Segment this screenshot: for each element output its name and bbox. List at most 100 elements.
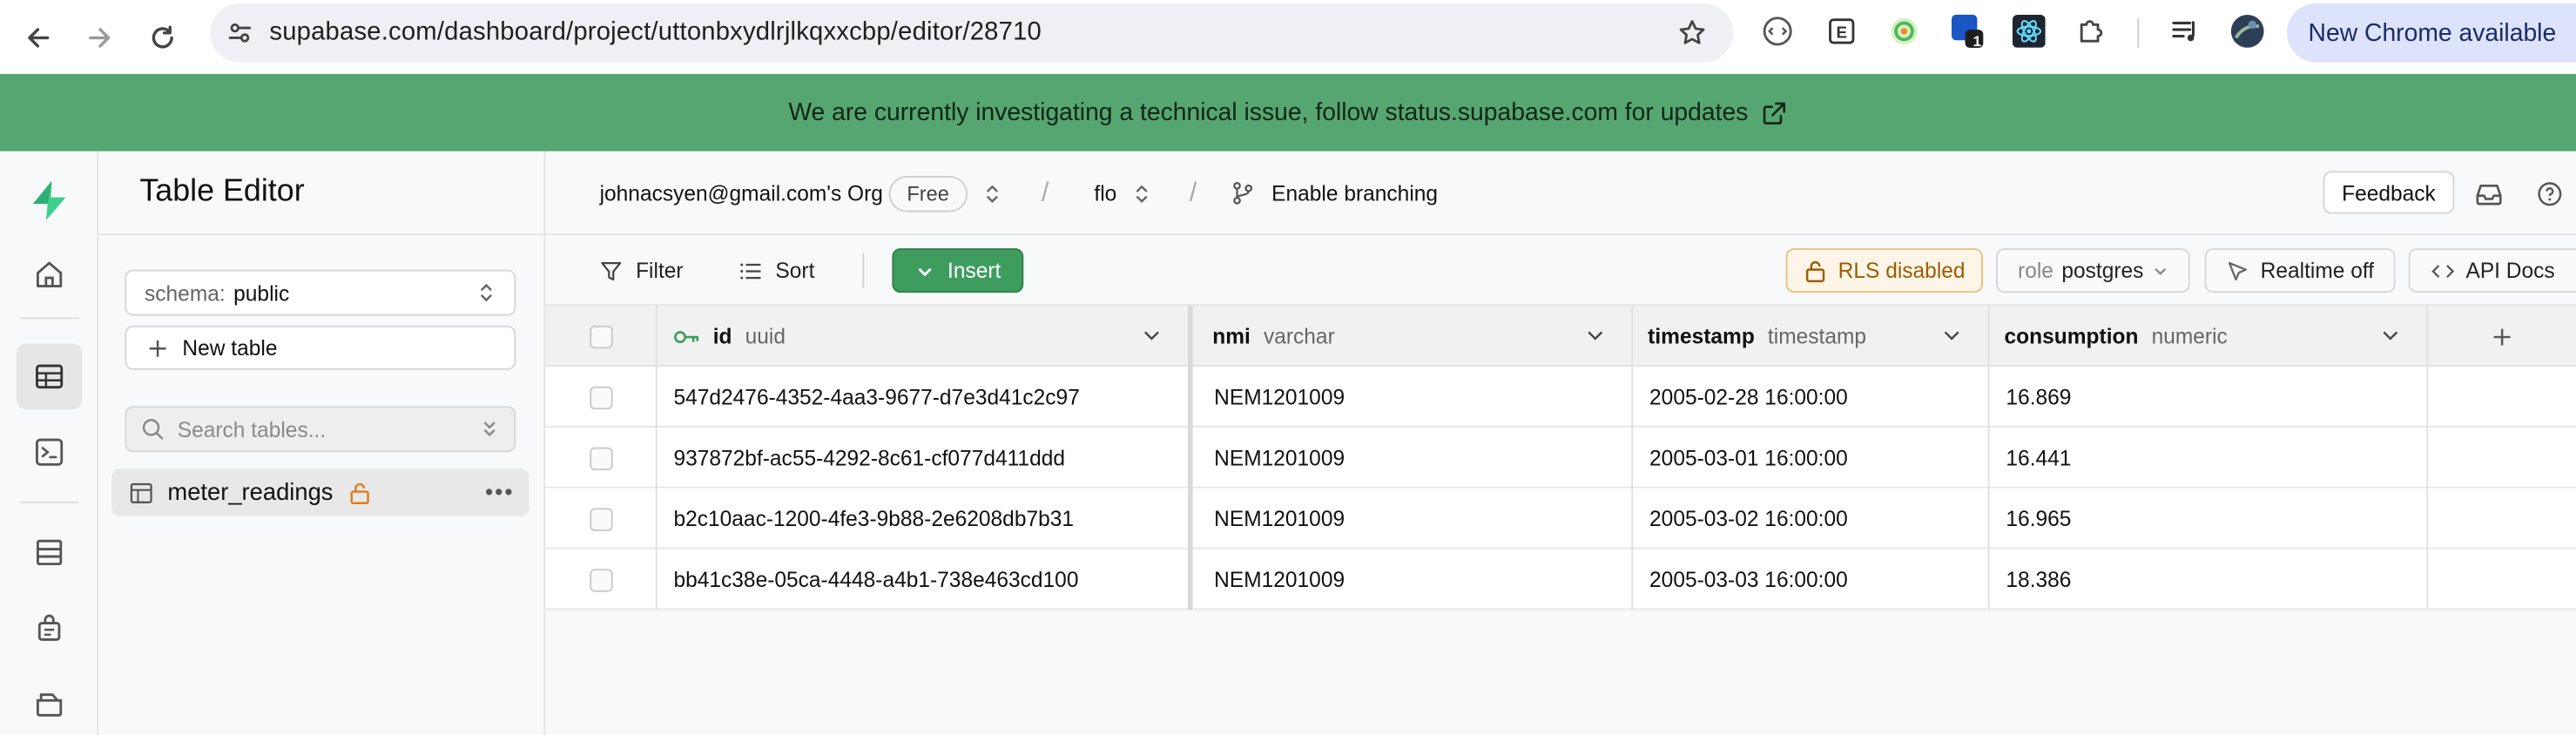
insert-button[interactable]: Insert	[892, 248, 1024, 293]
cell-id[interactable]: 547d2476-4352-4aa3-9677-d7e3d41c2c97	[657, 367, 1193, 428]
row-checkbox[interactable]	[589, 507, 612, 530]
cell-consumption[interactable]: 16.965	[1990, 488, 2429, 550]
more-options-icon[interactable]: •••	[485, 478, 514, 504]
cell-nmi[interactable]: NEM1201009	[1197, 367, 1634, 428]
cell-id[interactable]: 937872bf-ac55-4292-8c61-cf077d411ddd	[657, 427, 1193, 489]
external-link-icon[interactable]	[1762, 99, 1788, 125]
row-checkbox[interactable]	[589, 385, 612, 409]
project-selector[interactable]: flo	[1094, 152, 1152, 235]
extensions-puzzle-icon[interactable]	[2074, 13, 2110, 50]
reload-button[interactable]	[131, 0, 194, 74]
new-table-label: New table	[182, 335, 278, 361]
status-banner[interactable]: We are currently investigating a technic…	[0, 73, 2576, 152]
column-header-nmi[interactable]: nmi varchar	[1197, 306, 1634, 368]
address-bar[interactable]: supabase.com/dashboard/project/uttonbxyd…	[210, 3, 1734, 63]
cell-consumption[interactable]: 16.869	[1990, 367, 2429, 428]
cell-nmi[interactable]: NEM1201009	[1197, 488, 1634, 550]
banner-text: We are currently investigating a technic…	[788, 98, 1749, 127]
column-header-timestamp[interactable]: timestamp timestamp	[1633, 306, 1990, 368]
cell-id[interactable]: bb41c38e-05ca-4448-a4b1-738e463cd100	[657, 549, 1193, 610]
column-header-id[interactable]: id uuid	[657, 306, 1193, 368]
media-queue-icon[interactable]	[2167, 13, 2203, 50]
realtime-label: Realtime off	[2260, 258, 2375, 283]
cell-timestamp[interactable]: 2005-03-01 16:00:00	[1633, 427, 1990, 489]
sort-icon	[740, 262, 761, 279]
cell-timestamp[interactable]: 2005-02-28 16:00:00	[1633, 367, 1990, 428]
org-switch-chevron-icon[interactable]	[981, 152, 1003, 235]
row-checkbox[interactable]	[589, 446, 612, 470]
project-name: flo	[1094, 180, 1117, 206]
sidebar-title: Table Editor	[98, 152, 544, 235]
row-checkbox-cell	[545, 367, 657, 428]
cell-timestamp[interactable]: 2005-03-02 16:00:00	[1633, 488, 1990, 550]
role-value: postgres	[2061, 258, 2144, 283]
chevron-down-icon[interactable]	[2381, 326, 2401, 346]
chevron-down-icon[interactable]	[1585, 326, 1605, 346]
cell-consumption[interactable]: 16.441	[1990, 427, 2429, 489]
forward-button[interactable]	[69, 0, 131, 74]
filter-label: Filter	[636, 258, 684, 283]
row-checkbox[interactable]	[589, 568, 612, 591]
extension-target-icon[interactable]	[1886, 13, 1923, 50]
update-chrome-button[interactable]: New Chrome available	[2287, 3, 2576, 63]
table-row[interactable]: 937872bf-ac55-4292-8c61-cf077d411ddd NEM…	[545, 427, 2576, 489]
authentication-icon[interactable]	[17, 595, 82, 661]
search-icon	[142, 419, 164, 440]
cell-timestamp[interactable]: 2005-03-03 16:00:00	[1633, 549, 1990, 610]
filter-button[interactable]: Filter	[600, 235, 684, 306]
column-header-consumption[interactable]: consumption numeric	[1990, 306, 2429, 368]
table-icon	[130, 482, 152, 503]
sidebar-table-item[interactable]: meter_readings •••	[111, 469, 529, 516]
extension-code-icon[interactable]	[1759, 13, 1796, 50]
extension-badge-icon[interactable]: 1	[1950, 13, 1986, 50]
schema-label: schema:	[145, 280, 226, 306]
select-all-checkbox[interactable]	[589, 324, 612, 348]
chevrons-down-icon[interactable]	[478, 418, 501, 441]
cell-consumption[interactable]: 18.386	[1990, 549, 2429, 610]
api-docs-label: API Docs	[2465, 258, 2555, 283]
cell-nmi[interactable]: NEM1201009	[1197, 427, 1634, 489]
cell-id[interactable]: b2c10aac-1200-4fe3-9b88-2e6208db7b31	[657, 488, 1193, 550]
chevron-down-icon[interactable]	[1942, 326, 1962, 346]
table-row[interactable]: b2c10aac-1200-4fe3-9b88-2e6208db7b31 NEM…	[545, 488, 2576, 550]
database-icon[interactable]	[17, 520, 82, 586]
profile-avatar[interactable]	[2229, 13, 2266, 50]
sql-editor-icon[interactable]	[17, 419, 82, 485]
role-selector[interactable]: role postgres	[1996, 248, 2190, 293]
supabase-logo[interactable]	[17, 168, 82, 234]
new-table-button[interactable]: New table	[125, 325, 516, 370]
table-row[interactable]: 547d2476-4352-4aa3-9677-d7e3d41c2c97 NEM…	[545, 367, 2576, 428]
browser-toolbar: supabase.com/dashboard/project/uttonbxyd…	[0, 0, 2576, 74]
unlock-icon	[1805, 260, 1824, 282]
extension-react-icon[interactable]	[2011, 13, 2047, 50]
sort-button[interactable]: Sort	[739, 235, 814, 306]
table-editor-sidebar: Table Editor schema: public New table Se…	[98, 151, 546, 735]
rail-divider	[19, 317, 79, 320]
extension-e-icon[interactable]: E	[1824, 13, 1860, 50]
storage-icon[interactable]	[17, 671, 82, 735]
back-button[interactable]	[7, 0, 70, 74]
cursor-pointer-icon	[2228, 261, 2247, 280]
api-docs-button[interactable]: API Docs	[2408, 248, 2576, 293]
home-icon[interactable]	[17, 242, 82, 308]
bookmark-star-icon[interactable]	[1677, 18, 1707, 56]
schema-selector[interactable]: schema: public	[125, 269, 516, 316]
site-settings-icon[interactable]	[210, 18, 269, 48]
realtime-button[interactable]: Realtime off	[2204, 248, 2396, 293]
search-tables-input[interactable]: Search tables...	[125, 406, 516, 453]
add-column-button[interactable]	[2428, 306, 2576, 367]
chevron-down-icon[interactable]	[1142, 326, 1162, 346]
org-selector[interactable]: johnacsyen@gmail.com's Org	[600, 152, 883, 235]
rls-disabled-button[interactable]: RLS disabled	[1785, 248, 1984, 293]
select-all-checkbox-cell	[545, 306, 657, 368]
project-header: johnacsyen@gmail.com's Org Free / flo / …	[545, 151, 2576, 235]
table-editor-icon[interactable]	[16, 343, 83, 410]
enable-branching-button[interactable]: Enable branching	[1231, 152, 1438, 235]
table-row[interactable]: bb41c38e-05ca-4448-a4b1-738e463cd100 NEM…	[545, 549, 2576, 610]
cell-nmi[interactable]: NEM1201009	[1197, 549, 1634, 610]
grid-header: id uuid nmi varchar timestamp timestamp …	[545, 306, 2576, 368]
table-name: meter_readings	[167, 479, 334, 506]
inbox-icon[interactable]	[2474, 152, 2504, 235]
help-icon[interactable]	[2537, 152, 2563, 235]
feedback-button[interactable]: Feedback	[2323, 171, 2455, 214]
